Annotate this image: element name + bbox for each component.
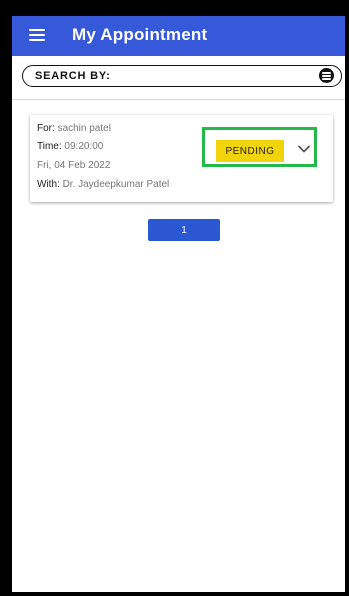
divider (12, 99, 345, 100)
hamburger-menu-icon[interactable] (29, 29, 45, 42)
search-bar[interactable]: SEARCH BY: (22, 65, 342, 87)
search-label: SEARCH BY: (35, 70, 111, 82)
for-value: sachin patel (57, 123, 111, 134)
for-label: For: (37, 123, 55, 134)
time-value: 09:20:00 (64, 141, 104, 152)
with-value: Dr. Jaydeepkumar Patel (62, 179, 170, 190)
appointment-with: With: Dr. Jaydeepkumar Patel (37, 179, 169, 190)
appointment-time: Time: 09:20:00 (37, 141, 103, 152)
appointment-card[interactable]: For: sachin patel Time: 09:20:00 Fri, 04… (30, 115, 333, 202)
filter-icon[interactable] (319, 68, 334, 83)
chevron-down-icon[interactable] (298, 143, 310, 155)
appointment-date: Fri, 04 Feb 2022 (37, 160, 111, 171)
with-label: With: (37, 179, 60, 190)
page-button-1[interactable]: 1 (148, 219, 220, 241)
page-title: My Appointment (72, 25, 208, 44)
app-screen: My Appointment SEARCH BY: For: sachin pa… (12, 16, 345, 592)
appointment-for: For: sachin patel (37, 123, 111, 134)
app-bar: My Appointment (12, 16, 345, 56)
time-label: Time: (37, 141, 62, 152)
device-frame: My Appointment SEARCH BY: For: sachin pa… (0, 0, 349, 596)
status-badge: PENDING (216, 140, 284, 162)
